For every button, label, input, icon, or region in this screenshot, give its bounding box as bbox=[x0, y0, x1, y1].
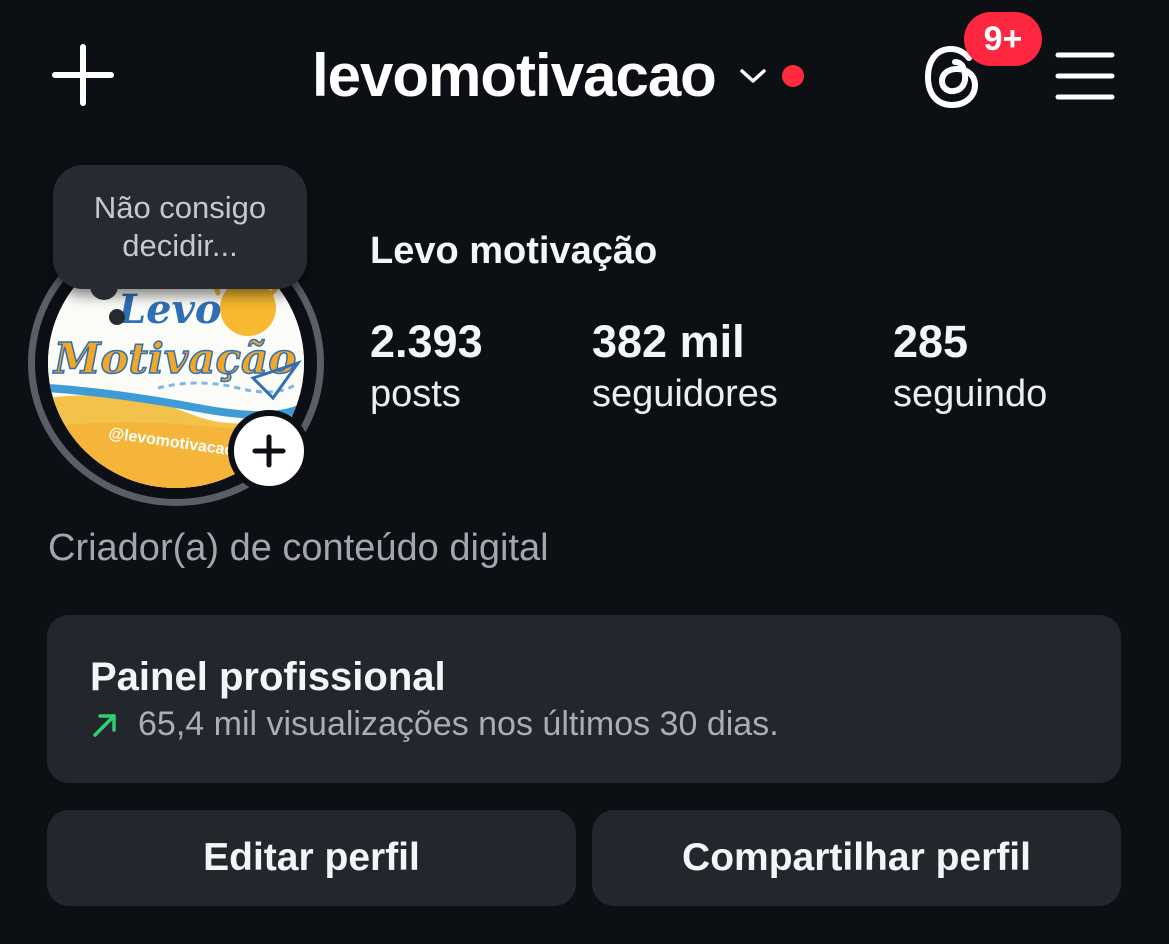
note-line-2: decidir... bbox=[122, 228, 238, 263]
stat-following-label: seguindo bbox=[893, 373, 1048, 415]
chevron-down-icon bbox=[738, 61, 768, 91]
stat-following[interactable]: 285 seguindo bbox=[893, 316, 1047, 420]
stat-following-value: 285 bbox=[893, 316, 969, 367]
note-tail bbox=[90, 272, 118, 300]
add-story-button[interactable] bbox=[228, 410, 310, 492]
username: levomotivacao bbox=[312, 42, 717, 109]
menu-icon bbox=[1055, 52, 1115, 100]
stat-posts-value: 2.393 bbox=[370, 316, 483, 367]
stat-followers[interactable]: 382 mil seguidores bbox=[592, 316, 778, 420]
edit-profile-button[interactable]: Editar perfil bbox=[47, 810, 576, 906]
note-line-1: Não consigo bbox=[93, 190, 267, 225]
dashboard-subtitle: 65,4 mil visualizações nos últimos 30 di… bbox=[138, 705, 779, 743]
account-switcher[interactable]: levomotivacao bbox=[312, 40, 804, 112]
stat-followers-value: 382 mil bbox=[592, 316, 745, 367]
profile-category: Criador(a) de conteúdo digital bbox=[48, 527, 549, 569]
stat-posts-label: posts bbox=[370, 373, 461, 415]
dashboard-subtitle-row: 65,4 mil visualizações nos últimos 30 di… bbox=[90, 705, 779, 744]
create-button[interactable] bbox=[52, 44, 114, 106]
display-name: Levo motivação bbox=[370, 230, 658, 272]
stat-followers-label: seguidores bbox=[592, 373, 778, 415]
note-tail-small bbox=[109, 309, 125, 325]
svg-text:Levo: Levo bbox=[117, 286, 222, 333]
stat-posts[interactable]: 2.393 posts bbox=[370, 316, 483, 420]
dashboard-title: Painel profissional bbox=[90, 655, 446, 699]
plus-icon bbox=[52, 44, 114, 106]
plus-icon bbox=[252, 434, 286, 468]
trend-up-arrow-icon bbox=[93, 713, 116, 737]
unread-dot bbox=[781, 65, 804, 87]
note-bubble[interactable]: Não consigo decidir... bbox=[53, 165, 307, 289]
menu-button[interactable] bbox=[1055, 50, 1115, 102]
notification-badge: 9+ bbox=[964, 12, 1042, 66]
share-profile-button[interactable]: Compartilhar perfil bbox=[592, 810, 1121, 906]
